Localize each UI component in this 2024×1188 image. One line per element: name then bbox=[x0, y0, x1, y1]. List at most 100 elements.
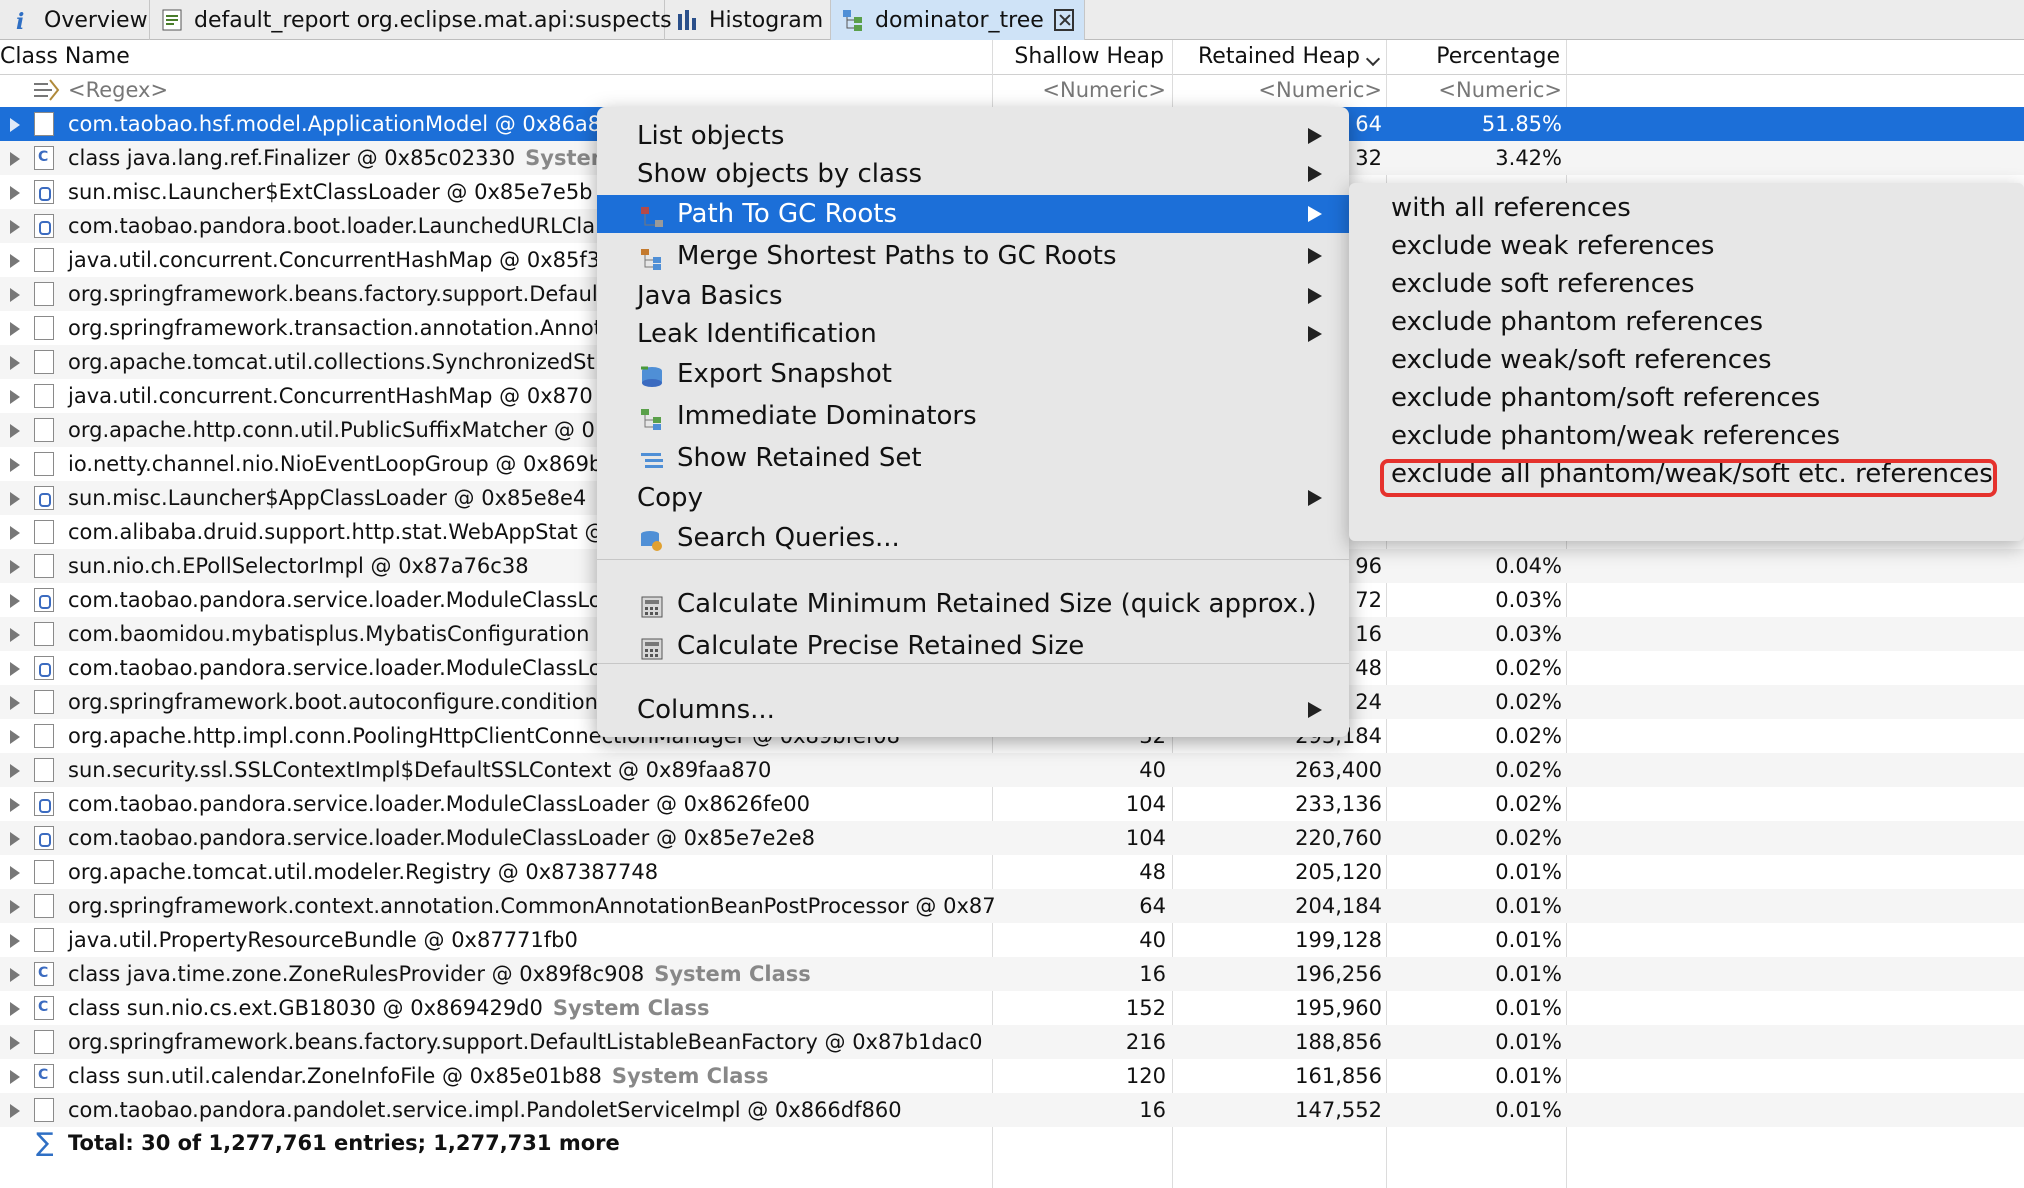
class-name-filter-input[interactable]: <Regex> bbox=[68, 73, 168, 107]
expand-triangle-icon[interactable] bbox=[10, 900, 20, 914]
object-name: org.apache.http.conn.util.PublicSuffixMa… bbox=[68, 418, 595, 442]
expand-triangle-icon[interactable] bbox=[10, 356, 20, 370]
expand-triangle-icon[interactable] bbox=[10, 628, 20, 642]
close-icon[interactable] bbox=[1053, 9, 1074, 31]
object-name: com.taobao.pandora.service.loader.Module… bbox=[68, 826, 816, 850]
submenu-item-exclude-phantom-references[interactable]: exclude phantom references bbox=[1391, 303, 1763, 341]
table-row[interactable]: org.apache.tomcat.util.modeler.Registry … bbox=[0, 855, 2024, 889]
table-row[interactable]: com.taobao.pandora.pandolet.service.impl… bbox=[0, 1093, 2024, 1127]
menu-item-immediate-dominators[interactable]: Immediate Dominators bbox=[597, 397, 1349, 435]
expand-triangle-icon[interactable] bbox=[10, 832, 20, 846]
table-row[interactable]: org.springframework.beans.factory.suppor… bbox=[0, 1025, 2024, 1059]
class-name-cell: class sun.nio.cs.ext.GB18030 @ 0x869429d… bbox=[68, 991, 709, 1025]
menu-item-leak-identification[interactable]: Leak Identification bbox=[597, 315, 1349, 353]
object-icon bbox=[34, 248, 54, 272]
class-name-cell: org.springframework.context.annotation.C… bbox=[68, 889, 1006, 923]
tab-default-report[interactable]: default_report org.eclipse.mat.api:suspe… bbox=[150, 0, 672, 40]
expand-triangle-icon[interactable] bbox=[10, 458, 20, 472]
table-row[interactable]: com.taobao.pandora.service.loader.Module… bbox=[0, 787, 2024, 821]
menu-item-copy[interactable]: Copy bbox=[597, 479, 1349, 517]
table-row[interactable]: class sun.util.calendar.ZoneInfoFile @ 0… bbox=[0, 1059, 2024, 1093]
expand-triangle-icon[interactable] bbox=[10, 118, 20, 132]
expand-triangle-icon[interactable] bbox=[10, 254, 20, 268]
percentage-cell: 0.01% bbox=[1495, 860, 1562, 884]
expand-triangle-icon[interactable] bbox=[10, 730, 20, 744]
submenu-item-exclude-phantom-soft-references[interactable]: exclude phantom/soft references bbox=[1391, 379, 1820, 417]
percentage-filter-input[interactable]: <Numeric> bbox=[1386, 73, 1562, 107]
classloader-icon bbox=[34, 486, 54, 510]
expand-triangle-icon[interactable] bbox=[10, 152, 20, 166]
submenu-item-exclude-phantom-weak-references[interactable]: exclude phantom/weak references bbox=[1391, 417, 1840, 455]
menu-item-java-basics[interactable]: Java Basics bbox=[597, 277, 1349, 315]
expand-triangle-icon[interactable] bbox=[10, 662, 20, 676]
expand-triangle-icon[interactable] bbox=[10, 560, 20, 574]
menu-item-show-retained-set[interactable]: Show Retained Set bbox=[597, 439, 1349, 477]
expand-triangle-icon[interactable] bbox=[10, 594, 20, 608]
column-header-shallow-heap[interactable]: Shallow Heap bbox=[990, 40, 1170, 74]
class-name-cell: org.apache.tomcat.util.collections.Synch… bbox=[68, 345, 605, 379]
menu-item-path-to-gc-roots[interactable]: Path To GC Roots bbox=[597, 195, 1349, 233]
expand-triangle-icon[interactable] bbox=[10, 322, 20, 336]
classloader-icon bbox=[34, 656, 54, 680]
expand-triangle-icon[interactable] bbox=[10, 968, 20, 982]
class-name-cell: com.taobao.pandora.pandolet.service.impl… bbox=[68, 1093, 912, 1127]
menu-item-label: Leak Identification bbox=[637, 319, 877, 349]
object-name: org.springframework.context.annotation.C… bbox=[68, 894, 996, 918]
menu-item-show-objects-by-class[interactable]: Show objects by class bbox=[597, 155, 1349, 193]
percentage-cell: 0.02% bbox=[1495, 792, 1562, 816]
tab-dominator-tree[interactable]: dominator_tree bbox=[831, 0, 1085, 40]
menu-item-export-snapshot[interactable]: Export Snapshot bbox=[597, 355, 1349, 393]
tab-overview[interactable]: i Overview bbox=[0, 0, 150, 40]
expand-triangle-icon[interactable] bbox=[10, 696, 20, 710]
object-name: org.springframework.beans.factory.suppor… bbox=[68, 282, 598, 306]
column-header-retained-heap[interactable]: Retained Heap bbox=[1170, 40, 1386, 74]
shallow-heap-filter-input[interactable]: <Numeric> bbox=[990, 73, 1166, 107]
expand-triangle-icon[interactable] bbox=[10, 390, 20, 404]
expand-triangle-icon[interactable] bbox=[10, 424, 20, 438]
expand-triangle-icon[interactable] bbox=[10, 798, 20, 812]
submenu-item-exclude-weak-soft-references[interactable]: exclude weak/soft references bbox=[1391, 341, 1772, 379]
class-name-cell: com.taobao.pandora.service.loader.Module… bbox=[68, 651, 612, 685]
expand-triangle-icon[interactable] bbox=[10, 1104, 20, 1118]
menu-item-search-queries[interactable]: Search Queries... bbox=[597, 519, 1349, 557]
table-row[interactable]: sun.security.ssl.SSLContextImpl$DefaultS… bbox=[0, 753, 2024, 787]
column-header-class-name[interactable]: Class Name bbox=[0, 40, 990, 74]
class-name-cell: org.springframework.transaction.annotati… bbox=[68, 311, 612, 345]
histogram-icon bbox=[675, 8, 699, 32]
total-label: Total: 30 of 1,277,761 entries; 1,277,73… bbox=[68, 1131, 620, 1155]
class-icon bbox=[34, 996, 54, 1020]
table-row[interactable]: com.taobao.pandora.service.loader.Module… bbox=[0, 821, 2024, 855]
column-header-percentage[interactable]: Percentage bbox=[1386, 40, 1566, 74]
submenu-item-with-all-references[interactable]: with all references bbox=[1391, 189, 1631, 227]
table-row[interactable]: org.springframework.context.annotation.C… bbox=[0, 889, 2024, 923]
expand-triangle-icon[interactable] bbox=[10, 288, 20, 302]
retained-heap-cell: 233,136 bbox=[1295, 792, 1382, 816]
expand-triangle-icon[interactable] bbox=[10, 1036, 20, 1050]
menu-item-list-objects[interactable]: List objects bbox=[597, 117, 1349, 155]
menu-item-columns[interactable]: Columns... bbox=[597, 691, 1349, 729]
expand-triangle-icon[interactable] bbox=[10, 186, 20, 200]
retained-heap-cell: 204,184 bbox=[1295, 894, 1382, 918]
expand-triangle-icon[interactable] bbox=[10, 492, 20, 506]
submenu-item-exclude-weak-references[interactable]: exclude weak references bbox=[1391, 227, 1714, 265]
table-row[interactable]: class sun.nio.cs.ext.GB18030 @ 0x869429d… bbox=[0, 991, 2024, 1025]
menu-item-calculate-minimum-retained-size-quick-approx[interactable]: Calculate Minimum Retained Size (quick a… bbox=[597, 585, 1349, 623]
expand-triangle-icon[interactable] bbox=[10, 1070, 20, 1084]
table-row[interactable]: java.util.PropertyResourceBundle @ 0x877… bbox=[0, 923, 2024, 957]
object-icon bbox=[34, 282, 54, 306]
menu-item-merge-shortest-paths-to-gc-roots[interactable]: Merge Shortest Paths to GC Roots bbox=[597, 237, 1349, 275]
retained-heap-filter-input[interactable]: <Numeric> bbox=[1172, 73, 1382, 107]
tab-histogram[interactable]: Histogram bbox=[665, 0, 831, 40]
expand-triangle-icon[interactable] bbox=[10, 220, 20, 234]
class-name-cell: java.util.concurrent.ConcurrentHashMap @… bbox=[68, 243, 610, 277]
expand-triangle-icon[interactable] bbox=[10, 764, 20, 778]
submenu-item-exclude-soft-references[interactable]: exclude soft references bbox=[1391, 265, 1695, 303]
expand-triangle-icon[interactable] bbox=[10, 934, 20, 948]
expand-triangle-icon[interactable] bbox=[10, 866, 20, 880]
system-class-label: System Class bbox=[611, 1064, 769, 1088]
table-row[interactable]: class java.time.zone.ZoneRulesProvider @… bbox=[0, 957, 2024, 991]
object-name: com.taobao.pandora.boot.loader.LaunchedU… bbox=[68, 214, 596, 238]
expand-triangle-icon[interactable] bbox=[10, 526, 20, 540]
menu-item-calculate-precise-retained-size[interactable]: Calculate Precise Retained Size bbox=[597, 627, 1349, 665]
expand-triangle-icon[interactable] bbox=[10, 1002, 20, 1016]
